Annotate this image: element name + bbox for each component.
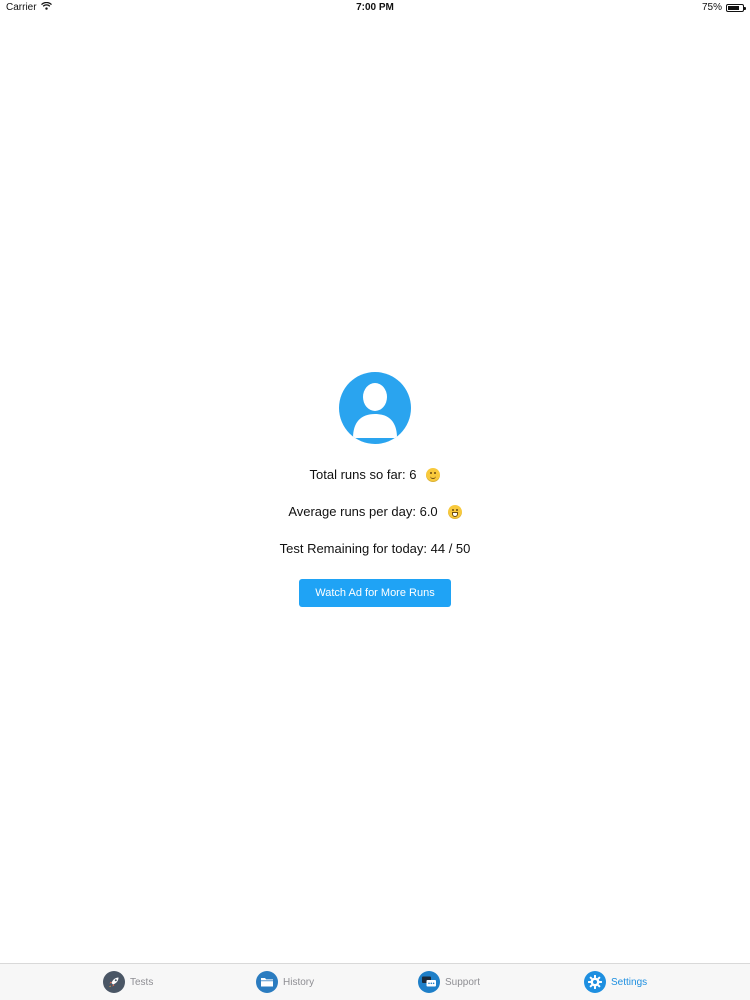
tab-support[interactable]: Support [418,971,480,993]
grin-emoji-icon [447,505,462,519]
tab-history-label: History [283,976,315,988]
average-runs-row: Average runs per day: 6.0 [0,503,750,521]
button-wrap: Watch Ad for More Runs [0,579,750,607]
battery-percent: 75% [701,2,722,13]
tab-settings-label: Settings [611,976,648,988]
average-runs-label: Average runs per day: 6.0 [288,504,438,519]
chat-bubbles-icon [418,971,440,993]
folder-icon [256,971,278,993]
status-time: 7:00 PM [356,2,394,13]
user-avatar-icon [339,372,411,444]
battery-icon [726,3,746,12]
battery-level-fill [728,5,739,10]
gear-icon [584,971,606,993]
status-right: 75% [701,2,746,13]
rocket-icon [103,971,125,993]
tab-tests-label: Tests [130,976,154,988]
tab-settings[interactable]: Settings [584,971,647,993]
remaining-tests-row: Test Remaining for today: 44 / 50 [0,540,750,558]
total-runs-label: Total runs so far: 6 [309,467,417,482]
status-bar: Carrier 7:00 PM 75% [0,0,750,16]
total-runs-row: Total runs so far: 6 [0,466,750,484]
watch-ad-button[interactable]: Watch Ad for More Runs [299,579,451,607]
profile-stats: Total runs so far: 6 Average runs per da… [0,372,750,607]
tab-support-label: Support [445,976,481,988]
app-screen: Carrier 7:00 PM 75% Total runs so far: 6… [0,0,750,1000]
tab-history[interactable]: History [256,971,314,993]
tab-bar: Tests History Support Settings [0,963,750,1000]
remaining-tests-label: Test Remaining for today: 44 / 50 [279,541,471,556]
smile-emoji-icon [426,468,441,482]
tab-tests[interactable]: Tests [103,971,153,993]
